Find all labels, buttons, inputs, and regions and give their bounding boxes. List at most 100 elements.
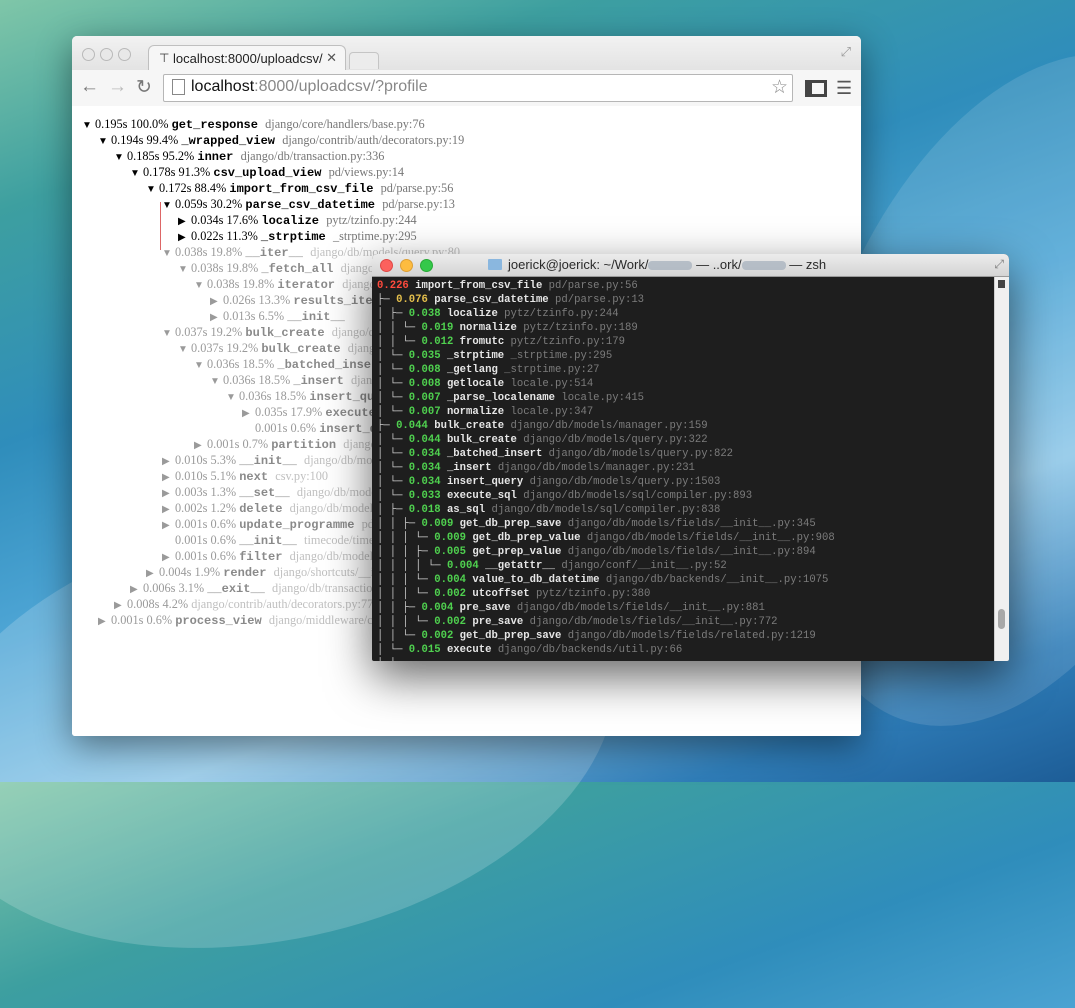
- expanded-triangle-icon[interactable]: ▼: [162, 198, 172, 214]
- terminal-time: 0.004: [446, 560, 479, 572]
- profile-time: 0.002s: [175, 501, 211, 515]
- reload-icon[interactable]: ↻: [136, 76, 152, 99]
- profile-function: _fetch_all: [261, 262, 341, 276]
- expanded-triangle-icon[interactable]: ▼: [178, 262, 188, 278]
- terminal-output[interactable]: 0.226 import_from_csv_file pd/parse.py:5…: [372, 277, 994, 661]
- terminal-time: 0.044: [396, 420, 428, 432]
- profile-percent: 30.2%: [210, 197, 246, 211]
- profile-row[interactable]: ▼ 0.195s 100.0% get_response django/core/…: [82, 116, 425, 132]
- page-icon: [172, 79, 185, 95]
- terminal-function: utcoffset: [472, 588, 530, 600]
- profile-row[interactable]: ▶ 0.013s 6.5% __init__: [210, 308, 345, 324]
- profile-percent: 99.4%: [146, 133, 182, 147]
- terminal-line: │ │ ├─ 0.009 get_db_prep_save django/db/…: [377, 517, 816, 531]
- profile-time: 0.038s: [175, 245, 211, 259]
- expanded-triangle-icon[interactable]: ▼: [226, 390, 236, 406]
- profile-time: 0.038s: [207, 277, 243, 291]
- profile-location: pytz/tzinfo.py:244: [326, 213, 417, 227]
- forward-arrow-icon[interactable]: →: [108, 76, 127, 98]
- terminal-time: 0.012: [421, 336, 454, 348]
- fullscreen-icon[interactable]: ⤢: [841, 44, 851, 60]
- profile-row[interactable]: ▼ 0.036s 18.5% _batched_insert: [194, 356, 385, 372]
- expanded-triangle-icon[interactable]: ▼: [146, 182, 156, 198]
- terminal-function: getlocale: [446, 378, 505, 390]
- expanded-triangle-icon[interactable]: ▼: [114, 150, 124, 166]
- expanded-triangle-icon[interactable]: ▼: [210, 374, 220, 390]
- profile-row[interactable]: ▶ 0.008s 4.2% django/contrib/auth/decorat…: [114, 596, 373, 612]
- terminal-line: │ └─ 0.034 insert_query django/db/models…: [377, 475, 720, 489]
- collapsed-triangle-icon[interactable]: ▶: [98, 614, 107, 630]
- close-window-button[interactable]: [380, 259, 393, 272]
- profile-percent: 13.3%: [258, 293, 294, 307]
- terminal-titlebar[interactable]: joerick@joerick: ~/Work/ — ..ork/ — zsh …: [372, 254, 1009, 277]
- profile-time: 0.004s: [159, 565, 195, 579]
- close-window-button[interactable]: [82, 48, 95, 61]
- extension-icon[interactable]: [805, 80, 827, 97]
- profile-row[interactable]: ▶ 0.022s 11.3% _strptime _strptime.py:295: [178, 228, 417, 244]
- fullscreen-icon[interactable]: ⤢: [994, 257, 1004, 272]
- expanded-triangle-icon[interactable]: ▼: [82, 118, 92, 134]
- terminal-function: value_to_db_datetime: [472, 574, 600, 586]
- menu-icon[interactable]: ☰: [836, 78, 852, 99]
- folder-icon: [488, 259, 502, 270]
- terminal-time: 0.008: [408, 364, 441, 376]
- profile-time: 0.003s: [175, 485, 211, 499]
- scrollbar-thumb[interactable]: [998, 609, 1005, 629]
- expanded-triangle-icon[interactable]: ▼: [162, 246, 172, 262]
- profile-time: 0.037s: [175, 325, 211, 339]
- terminal-time: 0.004: [421, 602, 454, 614]
- terminal-line: │ │ │ └─ 0.002 pre_save django/db/models…: [377, 615, 778, 629]
- terminal-line: │ │ │ └─ 0.004 value_to_db_datetime djan…: [377, 573, 828, 587]
- profile-row[interactable]: ▼ 0.185s 95.2% inner django/db/transactio…: [114, 148, 384, 164]
- expanded-triangle-icon[interactable]: ▼: [130, 166, 140, 182]
- expanded-triangle-icon[interactable]: ▼: [178, 342, 188, 358]
- expanded-triangle-icon[interactable]: ▼: [194, 278, 204, 294]
- terminal-line: │ │ │ └─ 0.002 utcoffset pytz/tzinfo.py:…: [377, 587, 650, 601]
- terminal-line: │ └─ 0.008 _getlang _strptime.py:27: [377, 363, 600, 377]
- bookmark-star-icon[interactable]: ☆: [771, 76, 788, 99]
- terminal-line: │ └─ 0.035 _strptime _strptime.py:295: [377, 349, 612, 363]
- terminal-location: django/db/backends/util.py:66: [497, 644, 683, 656]
- profile-row[interactable]: ▶ 0.026s 13.3% results_iter: [210, 292, 380, 308]
- minimize-window-button[interactable]: [100, 48, 113, 61]
- terminal-function: get_db_prep_value: [472, 532, 581, 544]
- profile-row[interactable]: ▶ 0.034s 17.6% localize pytz/tzinfo.py:24…: [178, 212, 417, 228]
- terminal-scrollbar[interactable]: [994, 277, 1009, 661]
- tree-branch: │ └─: [377, 350, 409, 362]
- terminal-function: parse_csv_datetime: [434, 294, 549, 306]
- address-bar[interactable]: localhost:8000/uploadcsv/?profile ☆: [163, 74, 793, 102]
- profile-row[interactable]: ▼ 0.172s 88.4% import_from_csv_file pd/pa…: [146, 180, 453, 196]
- terminal-line: │ └─ 0.034 _batched_insert django/db/mod…: [377, 447, 733, 461]
- terminal-time: 0.038: [408, 308, 441, 320]
- terminal-line: │ │: [377, 657, 396, 661]
- profile-row[interactable]: ▶ 0.010s 5.1% next csv.py:100: [162, 468, 328, 484]
- profile-time: 0.037s: [191, 341, 227, 355]
- close-tab-icon[interactable]: ✕: [326, 50, 337, 66]
- profile-row[interactable]: ▼ 0.194s 99.4% _wrapped_view django/contr…: [98, 132, 464, 148]
- minimize-window-button[interactable]: [400, 259, 413, 272]
- expanded-triangle-icon[interactable]: ▼: [98, 134, 108, 150]
- tree-branch: │ └─: [377, 448, 409, 460]
- back-arrow-icon[interactable]: ←: [80, 76, 99, 98]
- profile-row[interactable]: ▼ 0.178s 91.3% csv_upload_view pd/views.p…: [130, 164, 404, 180]
- profile-percent: 0.6%: [290, 421, 320, 435]
- browser-titlebar[interactable]: ⊤ localhost:8000/uploadcsv/ ✕ ⤢: [72, 36, 861, 71]
- expanded-triangle-icon[interactable]: ▼: [162, 326, 172, 342]
- profile-location: django/contrib/auth/decorators.py:19: [282, 133, 465, 147]
- new-tab-button[interactable]: [349, 52, 379, 69]
- url-text[interactable]: localhost:8000/uploadcsv/?profile: [191, 78, 428, 96]
- profile-location: pd/parse.py:56: [380, 181, 454, 195]
- browser-tab[interactable]: ⊤ localhost:8000/uploadcsv/ ✕: [148, 45, 346, 71]
- terminal-time: 0.035: [408, 350, 441, 362]
- zoom-window-button[interactable]: [420, 259, 433, 272]
- profile-function: bulk_create: [261, 342, 348, 356]
- profile-percent: 19.8%: [210, 245, 246, 259]
- profile-row[interactable]: ▼ 0.059s 30.2% parse_csv_datetime pd/pars…: [162, 196, 455, 212]
- profile-percent: 5.1%: [210, 469, 240, 483]
- expanded-triangle-icon[interactable]: ▼: [194, 358, 204, 374]
- terminal-location: django/db/models/query.py:322: [523, 434, 708, 446]
- zoom-window-button[interactable]: [118, 48, 131, 61]
- profile-time: 0.036s: [223, 373, 259, 387]
- scroll-marker: [998, 280, 1005, 288]
- terminal-title: joerick@joerick: ~/Work/ — ..ork/ — zsh: [508, 257, 827, 272]
